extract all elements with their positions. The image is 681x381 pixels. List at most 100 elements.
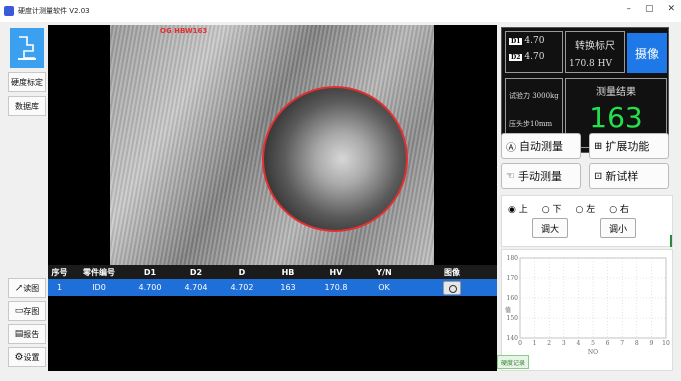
read-image-label: 读图 bbox=[23, 283, 40, 293]
hardness-tester-button[interactable] bbox=[10, 28, 44, 68]
chart-x-tick-label: 10 bbox=[662, 340, 670, 347]
tester-icon bbox=[18, 36, 36, 60]
zoom-in-button[interactable]: 调大 bbox=[532, 218, 568, 238]
hand-icon: ☜ bbox=[506, 170, 515, 182]
d1-value: 4.70 bbox=[524, 36, 545, 46]
table-cell: OK bbox=[378, 283, 390, 292]
hardness-chart: 140 150 160 170 180 0 1 2 3 4 5 6 7 8 9 10 NO 值 bbox=[501, 249, 673, 371]
chart-svg: 140 150 160 170 180 0 1 2 3 4 5 6 7 8 9 10 NO 值 bbox=[505, 255, 670, 356]
table-cell: 1 bbox=[56, 283, 63, 292]
chart-x-tick-label: 0 bbox=[518, 340, 522, 347]
d2-value: 4.70 bbox=[524, 52, 545, 62]
capture-button[interactable]: 摄像 bbox=[627, 33, 667, 73]
radio-right[interactable]: ○ 右 bbox=[609, 202, 629, 215]
chart-x-tick-label: 6 bbox=[606, 340, 610, 347]
manual-measure-button[interactable]: ☜ 手动测量 bbox=[501, 163, 581, 189]
chart-y-tick-label: 170 bbox=[507, 275, 519, 282]
column-header: HB bbox=[281, 267, 295, 277]
column-header: D1 bbox=[143, 267, 157, 277]
hardness-record-tab[interactable]: 硬度记录 bbox=[497, 355, 530, 369]
read-image-button[interactable]: ↗ 读图 bbox=[8, 278, 46, 298]
radio-left[interactable]: ○ 左 bbox=[575, 202, 595, 215]
radio-down[interactable]: ○ 下 bbox=[542, 202, 562, 215]
chart-y-tick-label: 180 bbox=[507, 255, 519, 262]
minimize-button[interactable]: – bbox=[626, 4, 631, 14]
indenter-text: 压头步10mm bbox=[509, 120, 553, 128]
scroll-indicator[interactable] bbox=[670, 235, 672, 247]
column-header: 图像 bbox=[444, 267, 460, 277]
chart-x-tick-label: 5 bbox=[591, 340, 595, 347]
table-cell: ID0 bbox=[92, 283, 106, 292]
radio-up-label: 上 bbox=[518, 205, 528, 215]
table-row[interactable]: 1 ID0 4.700 4.704 4.702 163 170.8 OK bbox=[48, 279, 497, 296]
new-sample-label: 新试样 bbox=[605, 170, 639, 183]
radio-down-label: 下 bbox=[552, 205, 562, 215]
chart-y-tick-label: 140 bbox=[507, 335, 519, 342]
chart-x-tick-label: 9 bbox=[649, 340, 653, 347]
table-cell: 170.8 bbox=[324, 283, 348, 292]
report-label: 报告 bbox=[23, 329, 40, 339]
overlay-result-label: OG HBW163 bbox=[160, 27, 208, 35]
result-value: 163 bbox=[589, 101, 643, 134]
database-button[interactable]: 数据库 bbox=[8, 96, 46, 116]
column-header: 序号 bbox=[51, 267, 68, 277]
table-cell-image bbox=[407, 279, 497, 296]
convert-value: 170.8 HV bbox=[569, 59, 612, 69]
column-header: D2 bbox=[189, 267, 203, 277]
read-image-icon: ↗ bbox=[14, 282, 24, 294]
chart-x-tick-label: 7 bbox=[620, 340, 624, 347]
radio-up[interactable]: ◉ 上 bbox=[508, 202, 528, 215]
load-text: 试验力 3000kg bbox=[509, 92, 559, 100]
chart-x-tick-label: 2 bbox=[547, 340, 551, 347]
microscope-view[interactable]: OG HBW163 bbox=[48, 25, 497, 265]
extend-function-button[interactable]: ⊞ 扩展功能 bbox=[589, 133, 669, 159]
column-header: D bbox=[238, 267, 246, 277]
window-title: 硬度计测量软件 V2.03 bbox=[18, 7, 90, 15]
zoom-out-button[interactable]: 调小 bbox=[600, 218, 636, 238]
table-cell: 4.704 bbox=[184, 283, 208, 292]
indentation-circle bbox=[262, 86, 408, 232]
auto-measure-button[interactable]: Ⓐ 自动测量 bbox=[501, 133, 581, 159]
chart-x-axis-label: NO bbox=[588, 349, 598, 356]
extend-function-label: 扩展功能 bbox=[605, 140, 650, 153]
app-icon bbox=[4, 6, 14, 16]
table-cell: 4.702 bbox=[230, 283, 254, 292]
camera-icon[interactable] bbox=[443, 280, 461, 295]
left-sidebar: 硬度标定 数据库 ↗ 读图 ▭ 存图 ▤ 报告 ⚙ 设置 bbox=[6, 26, 46, 371]
manual-measure-label: 手动测量 bbox=[517, 170, 562, 183]
radio-left-label: 左 bbox=[586, 205, 596, 215]
close-button[interactable]: ✕ bbox=[667, 4, 675, 14]
chart-y-tick-label: 160 bbox=[507, 295, 519, 302]
radio-right-label: 右 bbox=[619, 205, 629, 215]
direction-panel: ◉ 上 ○ 下 ○ 左 ○ 右 调大 调小 bbox=[501, 195, 673, 247]
report-button[interactable]: ▤ 报告 bbox=[8, 324, 46, 344]
new-file-icon: ⊡ bbox=[594, 170, 603, 182]
chart-y-axis-label: 值 bbox=[505, 306, 511, 314]
settings-button[interactable]: ⚙ 设置 bbox=[8, 347, 46, 367]
chart-x-tick-label: 3 bbox=[562, 340, 566, 347]
grid-icon: ⊞ bbox=[594, 140, 603, 152]
diameter-box: D1 4.70 D2 4.70 bbox=[505, 31, 563, 73]
right-panel: D1 4.70 D2 4.70 转换标尺 170.8 HV 摄像 试验力 300… bbox=[497, 25, 681, 371]
maximize-button[interactable]: ▢ bbox=[645, 4, 654, 14]
save-image-icon: ▭ bbox=[14, 306, 24, 316]
column-header: HV bbox=[329, 267, 343, 277]
new-sample-button[interactable]: ⊡ 新试样 bbox=[589, 163, 669, 189]
specimen-image bbox=[110, 25, 434, 265]
table-cell: 163 bbox=[280, 283, 296, 292]
chart-x-tick-label: 1 bbox=[533, 340, 537, 347]
column-header: Y/N bbox=[376, 267, 392, 277]
convert-title: 转换标尺 bbox=[575, 41, 615, 52]
table-cell: 4.700 bbox=[138, 283, 162, 292]
report-icon: ▤ bbox=[14, 329, 24, 339]
chart-x-tick-label: 8 bbox=[635, 340, 639, 347]
result-title: 测量结果 bbox=[596, 87, 636, 98]
convert-box: 转换标尺 170.8 HV bbox=[565, 31, 625, 73]
title-bar: 硬度计测量软件 V2.03 – ▢ ✕ bbox=[0, 0, 681, 22]
hardness-calibration-button[interactable]: 硬度标定 bbox=[8, 72, 46, 92]
save-image-button[interactable]: ▭ 存图 bbox=[8, 301, 46, 321]
column-header: 零件编号 bbox=[83, 267, 115, 277]
results-table: 序号 零件编号 D1 D2 D HB HV Y/N 图像 1 ID0 4.700… bbox=[48, 265, 497, 371]
table-header: 序号 零件编号 D1 D2 D HB HV Y/N 图像 bbox=[48, 265, 497, 279]
d1-badge: D1 bbox=[509, 37, 523, 45]
